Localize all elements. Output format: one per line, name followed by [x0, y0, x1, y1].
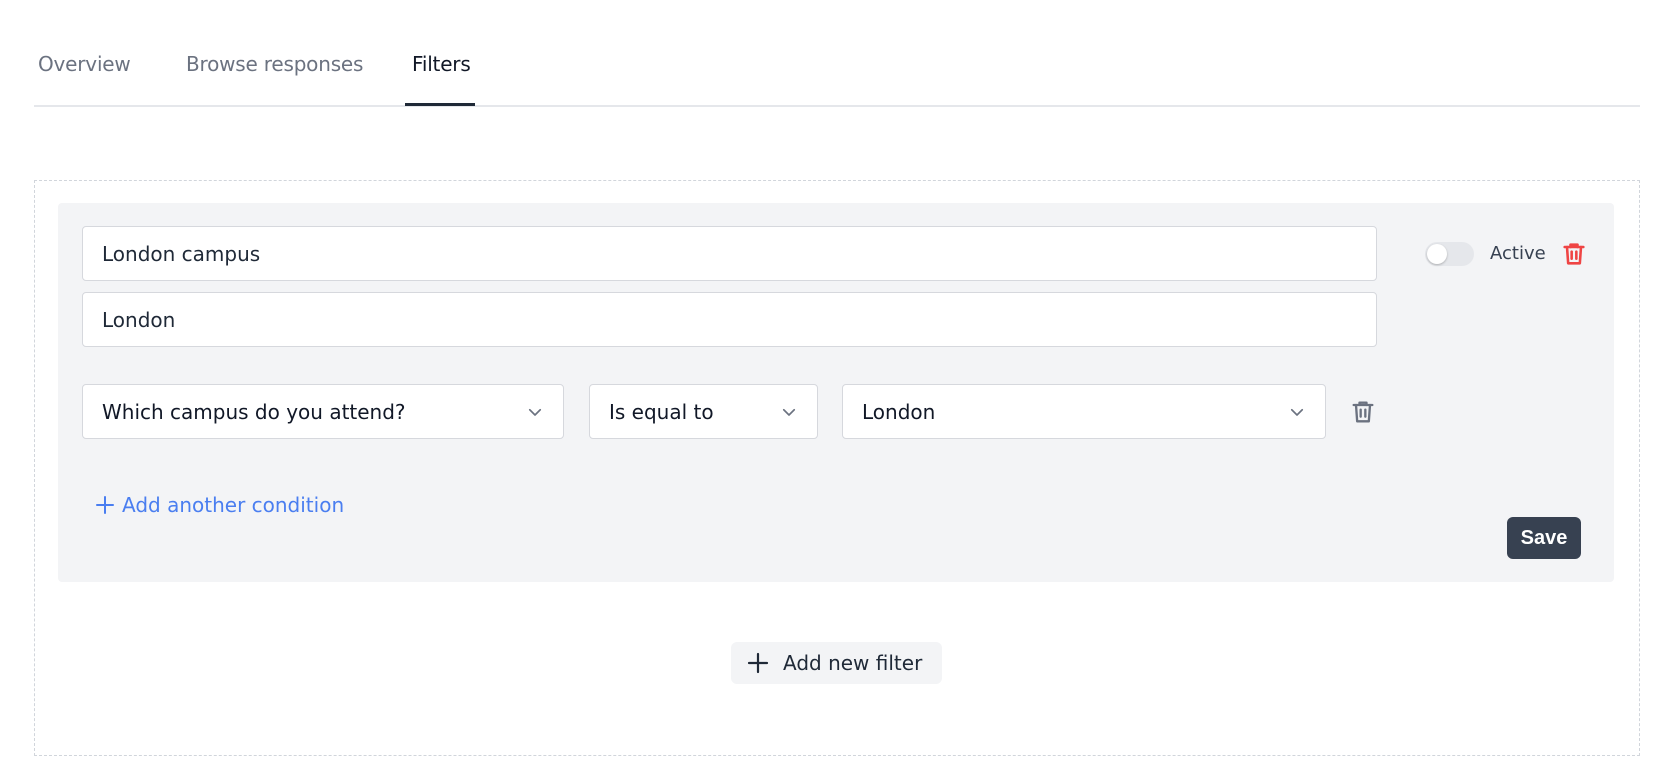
operator-select[interactable]: Is equal to: [589, 384, 818, 439]
tab-overview[interactable]: Overview: [38, 52, 131, 76]
filter-name-input[interactable]: London campus: [82, 226, 1377, 281]
add-condition-link[interactable]: Add another condition: [95, 493, 344, 517]
toggle-knob: [1427, 244, 1447, 264]
add-new-filter-label: Add new filter: [783, 651, 923, 675]
tab-bar: Overview Browse responses Filters: [34, 0, 1640, 107]
question-select-value: Which campus do you attend?: [102, 399, 406, 424]
chevron-down-icon: [528, 408, 542, 416]
active-label: Active: [1490, 243, 1546, 264]
filter-card: London campus London Active Which campus…: [58, 203, 1614, 582]
tab-browse-responses[interactable]: Browse responses: [186, 52, 363, 76]
active-tab-indicator: [405, 103, 475, 106]
filters-container: London campus London Active Which campus…: [34, 180, 1640, 756]
chevron-down-icon: [782, 408, 796, 416]
add-new-filter-button[interactable]: Add new filter: [731, 642, 942, 684]
delete-filter-button[interactable]: [1560, 240, 1588, 268]
add-condition-label: Add another condition: [122, 493, 345, 517]
value-select[interactable]: London: [842, 384, 1326, 439]
tab-filters[interactable]: Filters: [412, 52, 471, 76]
question-select[interactable]: Which campus do you attend?: [82, 384, 564, 439]
delete-condition-button[interactable]: [1349, 398, 1377, 426]
plus-icon: [96, 496, 114, 514]
save-button[interactable]: Save: [1507, 517, 1581, 559]
trash-icon: [1563, 243, 1585, 265]
plus-icon: [747, 652, 769, 674]
chevron-down-icon: [1290, 408, 1304, 416]
active-toggle[interactable]: [1425, 242, 1474, 266]
operator-select-value: Is equal to: [609, 399, 714, 424]
value-select-value: London: [862, 399, 936, 424]
filter-description-input[interactable]: London: [82, 292, 1377, 347]
trash-icon: [1352, 401, 1374, 423]
